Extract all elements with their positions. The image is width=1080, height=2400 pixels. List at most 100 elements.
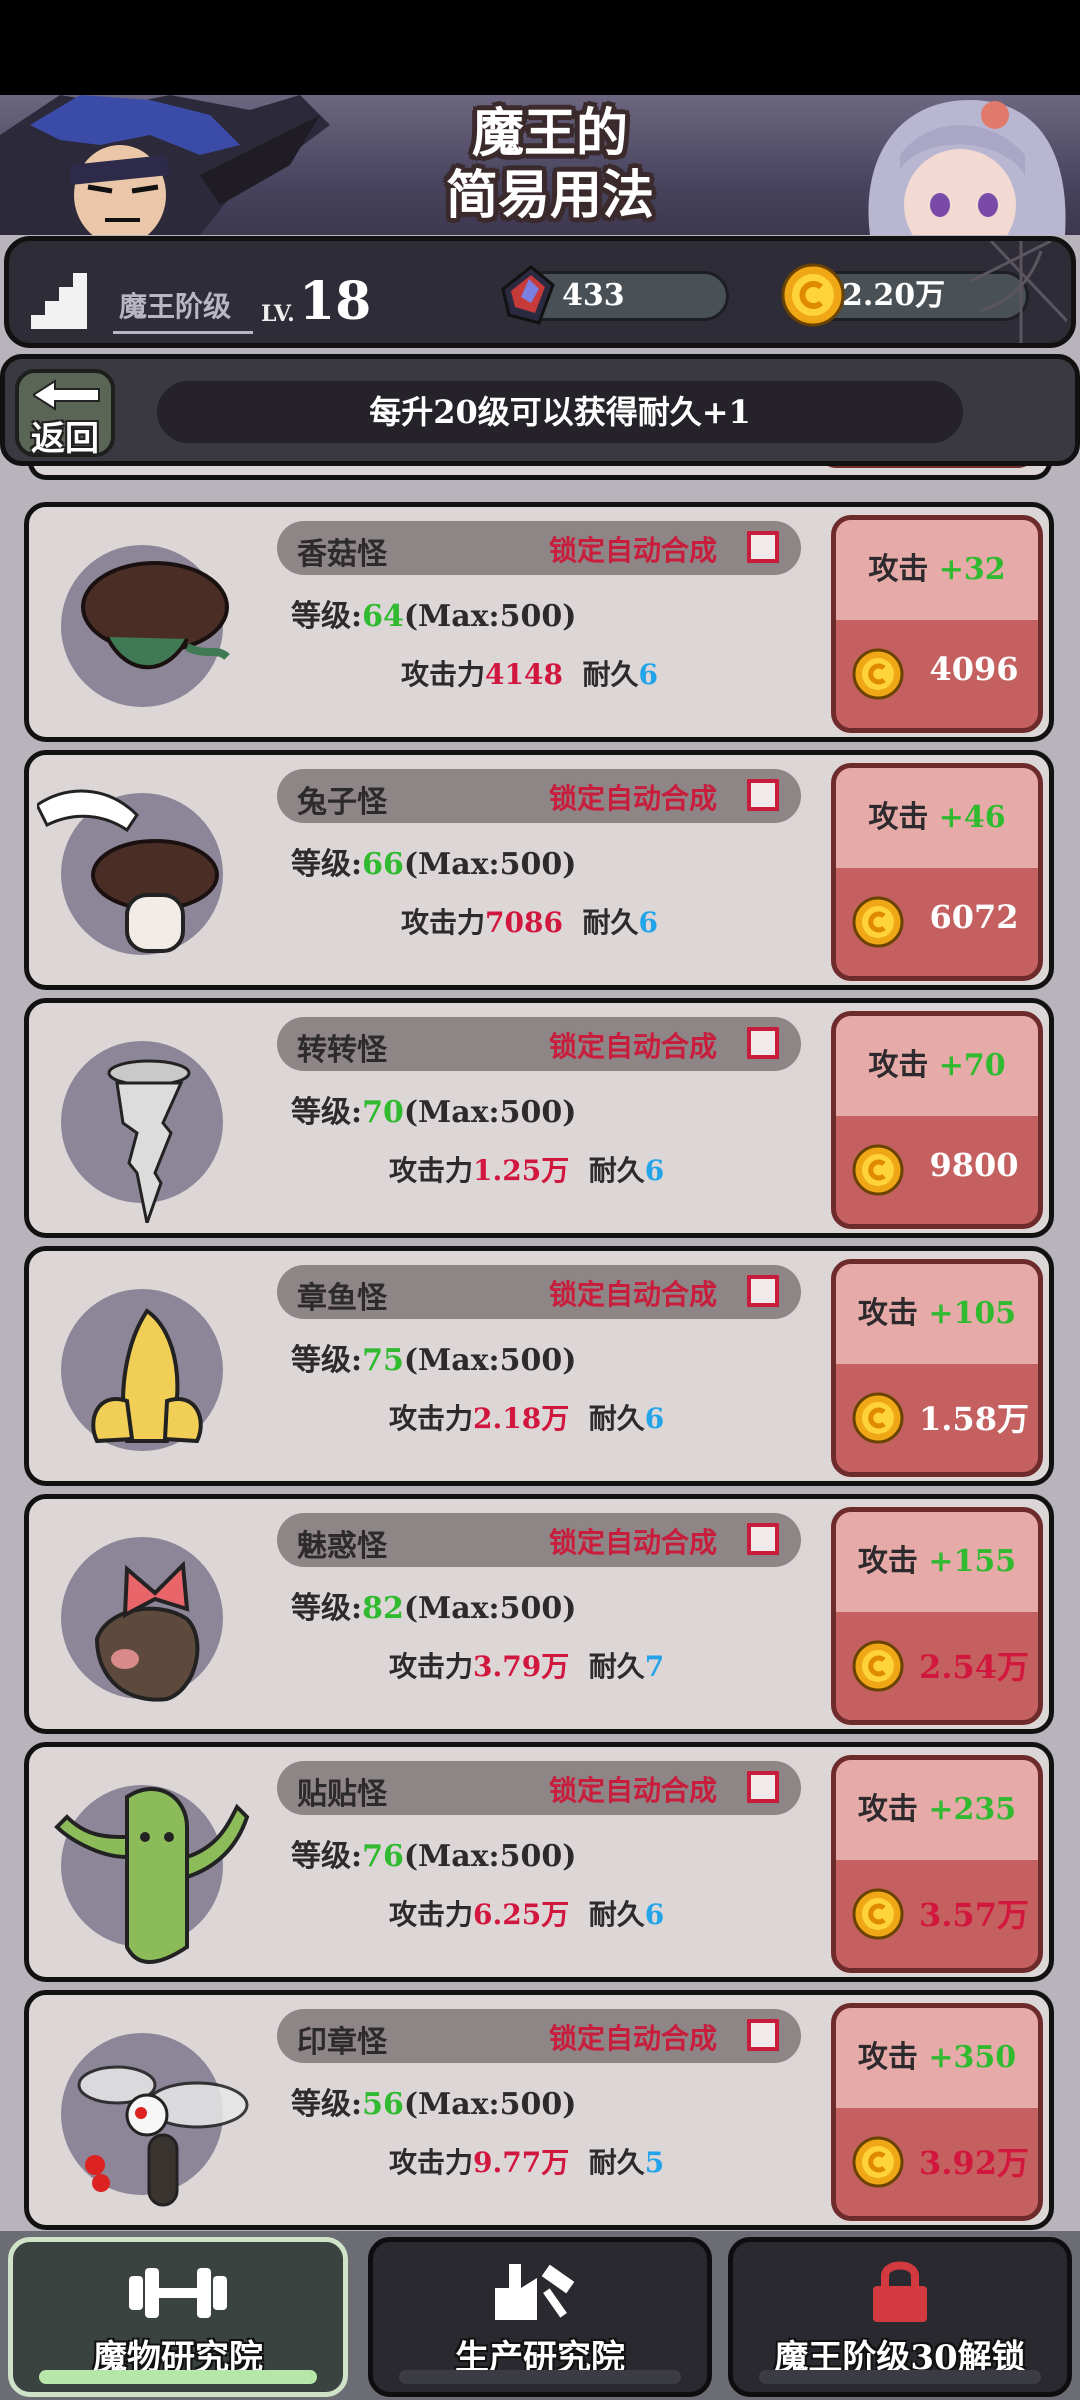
attack-gain: 攻击 +70 <box>836 1016 1038 1116</box>
coin-icon <box>852 1640 904 1692</box>
monster-stats: 攻击力6.25万 耐久6 <box>389 1898 665 1931</box>
gem-icon <box>501 265 555 325</box>
monster-list[interactable]: 香菇怪 锁定自动合成 等级:64(Max:500) 攻击力4148 耐久6 攻击… <box>0 466 1080 2231</box>
lock-auto-merge-checkbox[interactable] <box>747 1275 779 1307</box>
monster-name-bar: 转转怪 锁定自动合成 <box>277 1017 801 1071</box>
monster-name: 香菇怪 <box>297 537 387 572</box>
lock-auto-merge-label: 锁定自动合成 <box>549 2022 718 2055</box>
monster-name: 转转怪 <box>297 1033 387 1068</box>
header-banner: 魔王的 简易用法 <box>0 95 1080 235</box>
lock-auto-merge-checkbox[interactable] <box>747 1523 779 1555</box>
monster-card: 贴贴怪 锁定自动合成 等级:76(Max:500) 攻击力6.25万 耐久6 攻… <box>24 1742 1054 1982</box>
lock-auto-merge-checkbox[interactable] <box>747 1027 779 1059</box>
monster-level: 等级:64(Max:500) <box>291 599 577 634</box>
monster-name: 章鱼怪 <box>297 1281 387 1316</box>
notice-bar: 返回 每升20级可以获得耐久+1 <box>0 354 1080 466</box>
gem-count: 433 <box>562 278 625 313</box>
drill-monster-icon <box>107 1059 191 1223</box>
monster-stats: 攻击力7086 耐久6 <box>401 906 658 939</box>
upgrade-cost: 4096 <box>929 650 1019 688</box>
lock-auto-merge-checkbox[interactable] <box>747 1771 779 1803</box>
rank-label: 魔王阶级 <box>113 285 253 334</box>
monster-name: 贴贴怪 <box>297 1777 387 1812</box>
tab-production-lab[interactable]: 生产研究院 <box>368 2237 712 2397</box>
back-label: 返回 <box>31 419 99 459</box>
monster-name-bar: 贴贴怪 锁定自动合成 <box>277 1761 801 1815</box>
monster-name-bar: 章鱼怪 锁定自动合成 <box>277 1265 801 1319</box>
monster-level: 等级:56(Max:500) <box>291 2087 577 2122</box>
upgrade-button[interactable]: 攻击 +70 9800 <box>831 1011 1043 1229</box>
attack-gain: 攻击 +32 <box>836 520 1038 620</box>
mosquito-monster-icon <box>77 2065 249 2207</box>
monster-name: 兔子怪 <box>297 785 387 820</box>
notice-message: 每升20级可以获得耐久+1 <box>157 381 963 443</box>
monster-stats: 攻击力9.77万 耐久5 <box>389 2146 665 2179</box>
attack-gain: 攻击 +350 <box>836 2008 1038 2108</box>
player-level: 18 <box>299 271 372 332</box>
lock-auto-merge-checkbox[interactable] <box>747 2019 779 2051</box>
lock-auto-merge-label: 锁定自动合成 <box>549 782 718 815</box>
upgrade-button[interactable]: 攻击 +350 3.92万 <box>831 2003 1043 2221</box>
attack-gain: 攻击 +155 <box>836 1512 1038 1612</box>
status-bar <box>0 0 1080 95</box>
lock-auto-merge-label: 锁定自动合成 <box>549 1030 718 1063</box>
monster-stats: 攻击力2.18万 耐久6 <box>389 1402 665 1435</box>
upgrade-cost: 3.92万 <box>919 2144 1029 2182</box>
girl-portrait <box>868 100 1066 235</box>
coin-icon <box>852 2136 904 2188</box>
upgrade-cost: 6072 <box>929 898 1019 936</box>
monster-name: 魅惑怪 <box>297 1529 387 1564</box>
web-decoration <box>971 241 1067 343</box>
lock-auto-merge-label: 锁定自动合成 <box>549 1278 718 1311</box>
attack-gain: 攻击 +235 <box>836 1760 1038 1860</box>
back-button[interactable]: 返回 <box>15 369 115 459</box>
upgrade-button[interactable]: 攻击 +105 1.58万 <box>831 1259 1043 1477</box>
coin-icon <box>852 648 904 700</box>
lock-auto-merge-checkbox[interactable] <box>747 531 779 563</box>
monster-name: 印章怪 <box>297 2025 387 2060</box>
upgrade-cost: 2.54万 <box>919 1648 1029 1686</box>
back-arrow-icon <box>33 379 100 411</box>
upgrade-cost: 3.57万 <box>919 1896 1029 1934</box>
lock-auto-merge-checkbox[interactable] <box>747 779 779 811</box>
upgrade-button[interactable]: 攻击 +235 3.57万 <box>831 1755 1043 1973</box>
lock-auto-merge-label: 锁定自动合成 <box>549 1774 718 1807</box>
coin-count: 2.20万 <box>842 278 946 313</box>
monster-card: 章鱼怪 锁定自动合成 等级:75(Max:500) 攻击力2.18万 耐久6 攻… <box>24 1246 1054 1486</box>
monster-stats: 攻击力4148 耐久6 <box>401 658 658 691</box>
monster-level: 等级:66(Max:500) <box>291 847 577 882</box>
dumbbell-icon <box>129 2268 227 2318</box>
tab-locked-rank-30[interactable]: 魔王阶级30解锁 <box>728 2237 1072 2397</box>
monster-card: 印章怪 锁定自动合成 等级:56(Max:500) 攻击力9.77万 耐久5 攻… <box>24 1990 1054 2230</box>
tab-monster-lab[interactable]: 魔物研究院 <box>8 2237 348 2397</box>
rabbit-mushroom-monster-icon <box>37 789 219 953</box>
cactus-monster-icon <box>54 1786 250 1964</box>
coin-icon <box>852 896 904 948</box>
monster-level: 等级:76(Max:500) <box>291 1839 577 1874</box>
monster-name-bar: 印章怪 锁定自动合成 <box>277 2009 801 2063</box>
monster-level: 等级:75(Max:500) <box>291 1343 577 1378</box>
monster-card: 转转怪 锁定自动合成 等级:70(Max:500) 攻击力1.25万 耐久6 攻… <box>24 998 1054 1238</box>
monster-card: 魅惑怪 锁定自动合成 等级:82(Max:500) 攻击力3.79万 耐久7 攻… <box>24 1494 1054 1734</box>
upgrade-cost: 9800 <box>929 1146 1019 1184</box>
stairs-icon <box>31 273 87 329</box>
title-line-1: 魔王的 <box>471 103 628 164</box>
coin-icon <box>852 1392 904 1444</box>
upgrade-cost: 1.58万 <box>919 1400 1029 1438</box>
upgrade-button[interactable]: 攻击 +32 4096 <box>831 515 1043 733</box>
lock-auto-merge-label: 锁定自动合成 <box>549 534 718 567</box>
monster-level: 等级:82(Max:500) <box>291 1591 577 1626</box>
monster-name-bar: 兔子怪 锁定自动合成 <box>277 769 801 823</box>
bottom-tab-bar: 魔物研究院 生产研究院 魔王阶级30解锁 <box>0 2231 1080 2400</box>
upgrade-button[interactable]: 攻击 +46 6072 <box>831 763 1043 981</box>
previous-card-edge <box>28 466 1052 480</box>
attack-gain: 攻击 +46 <box>836 768 1038 868</box>
lock-auto-merge-label: 锁定自动合成 <box>549 1526 718 1559</box>
coin-icon <box>852 1144 904 1196</box>
title-line-2: 简易用法 <box>445 165 654 226</box>
mushroom-monster-icon <box>81 561 230 670</box>
coin-icon <box>852 1888 904 1940</box>
lv-prefix: LV. <box>261 301 295 327</box>
attack-gain: 攻击 +105 <box>836 1264 1038 1364</box>
upgrade-button[interactable]: 攻击 +155 2.54万 <box>831 1507 1043 1725</box>
